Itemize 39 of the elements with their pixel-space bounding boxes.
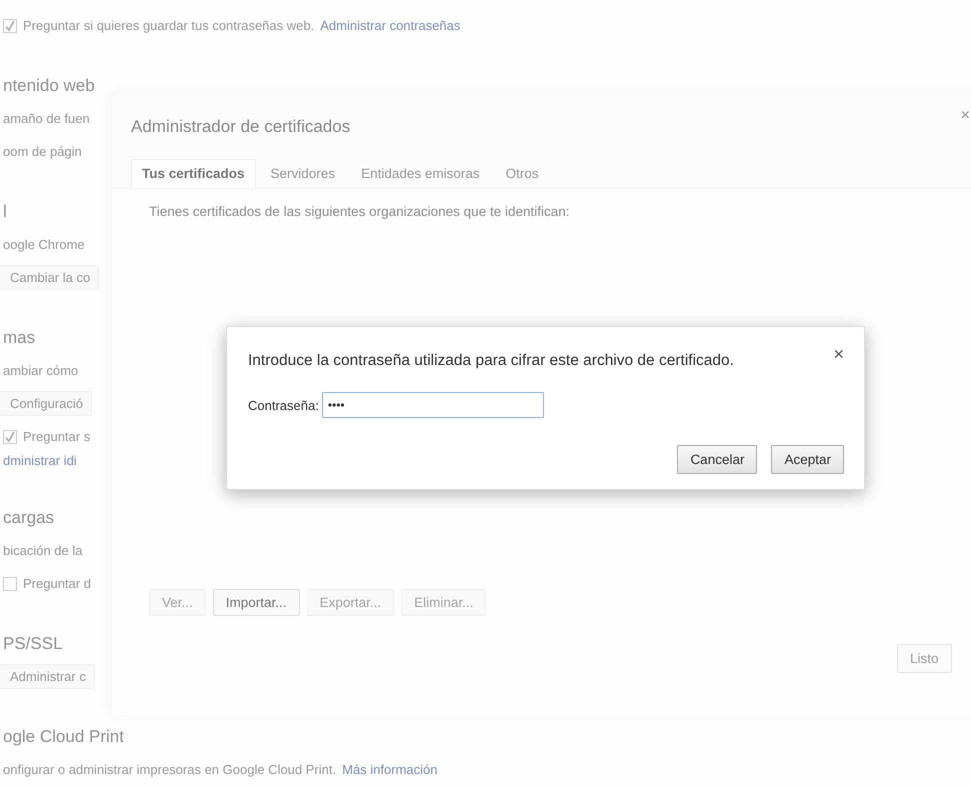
tab[interactable]: Servidores (260, 159, 346, 188)
tab[interactable]: Tus certificados (131, 159, 256, 188)
settings-button[interactable]: Configuració (0, 391, 92, 416)
dialog-message: Introduce la contraseña utilizada para cifrar este archivo de certificado. (248, 352, 734, 370)
section-heading: ogle Cloud Print (3, 726, 124, 748)
close-button[interactable]: × (960, 107, 970, 125)
dialog-button[interactable]: Cancelar (677, 445, 758, 474)
close-button[interactable]: × (833, 345, 844, 363)
checkbox-label: Preguntar s (23, 429, 90, 444)
settings-button[interactable]: Administrar c (0, 664, 95, 689)
setting-label: ambiar cómo (3, 363, 78, 378)
checkmark-icon[interactable] (3, 18, 17, 32)
settings-button[interactable]: Cambiar la co (0, 265, 100, 290)
link[interactable]: Administrar contraseñas (320, 18, 460, 33)
setting-label: amaño de fuen (3, 111, 90, 126)
link[interactable]: dministrar idi (3, 453, 77, 468)
done-button[interactable]: Listo (897, 644, 952, 673)
tab[interactable]: Otros (494, 159, 550, 188)
checkbox-label: Preguntar d (23, 576, 91, 591)
dialog-button[interactable]: Aceptar (771, 445, 844, 474)
action-button[interactable]: Importar... (212, 589, 300, 616)
setting-label: oom de págin (3, 144, 82, 159)
section-heading: ntenido web (3, 74, 95, 96)
description-text: Tienes certificados de las siguientes organizaciones que te identifican: (149, 204, 570, 219)
password-field[interactable]: •••• (322, 392, 544, 418)
section-heading: mas (3, 326, 36, 348)
section-heading: PS/SSL (3, 632, 63, 654)
setting-label: onfigurar o administrar impresoras en Google Cloud Print. (3, 762, 336, 777)
checkbox-label: Preguntar si quieres guardar tus contraseñas web. (23, 18, 314, 33)
checkbox[interactable] (3, 576, 17, 590)
tab[interactable]: Entidades emisoras (350, 159, 491, 188)
link[interactable]: Más información (342, 762, 438, 777)
field-label: Contraseña: (248, 398, 319, 412)
setting-label: oogle Chrome (3, 237, 85, 252)
section-heading: cargas (3, 506, 54, 528)
dialog-title: Administrador de certificados (131, 117, 352, 137)
checkmark-icon[interactable] (3, 430, 17, 444)
setting-label: bicación de la (3, 543, 82, 558)
section-heading: l (3, 200, 7, 222)
